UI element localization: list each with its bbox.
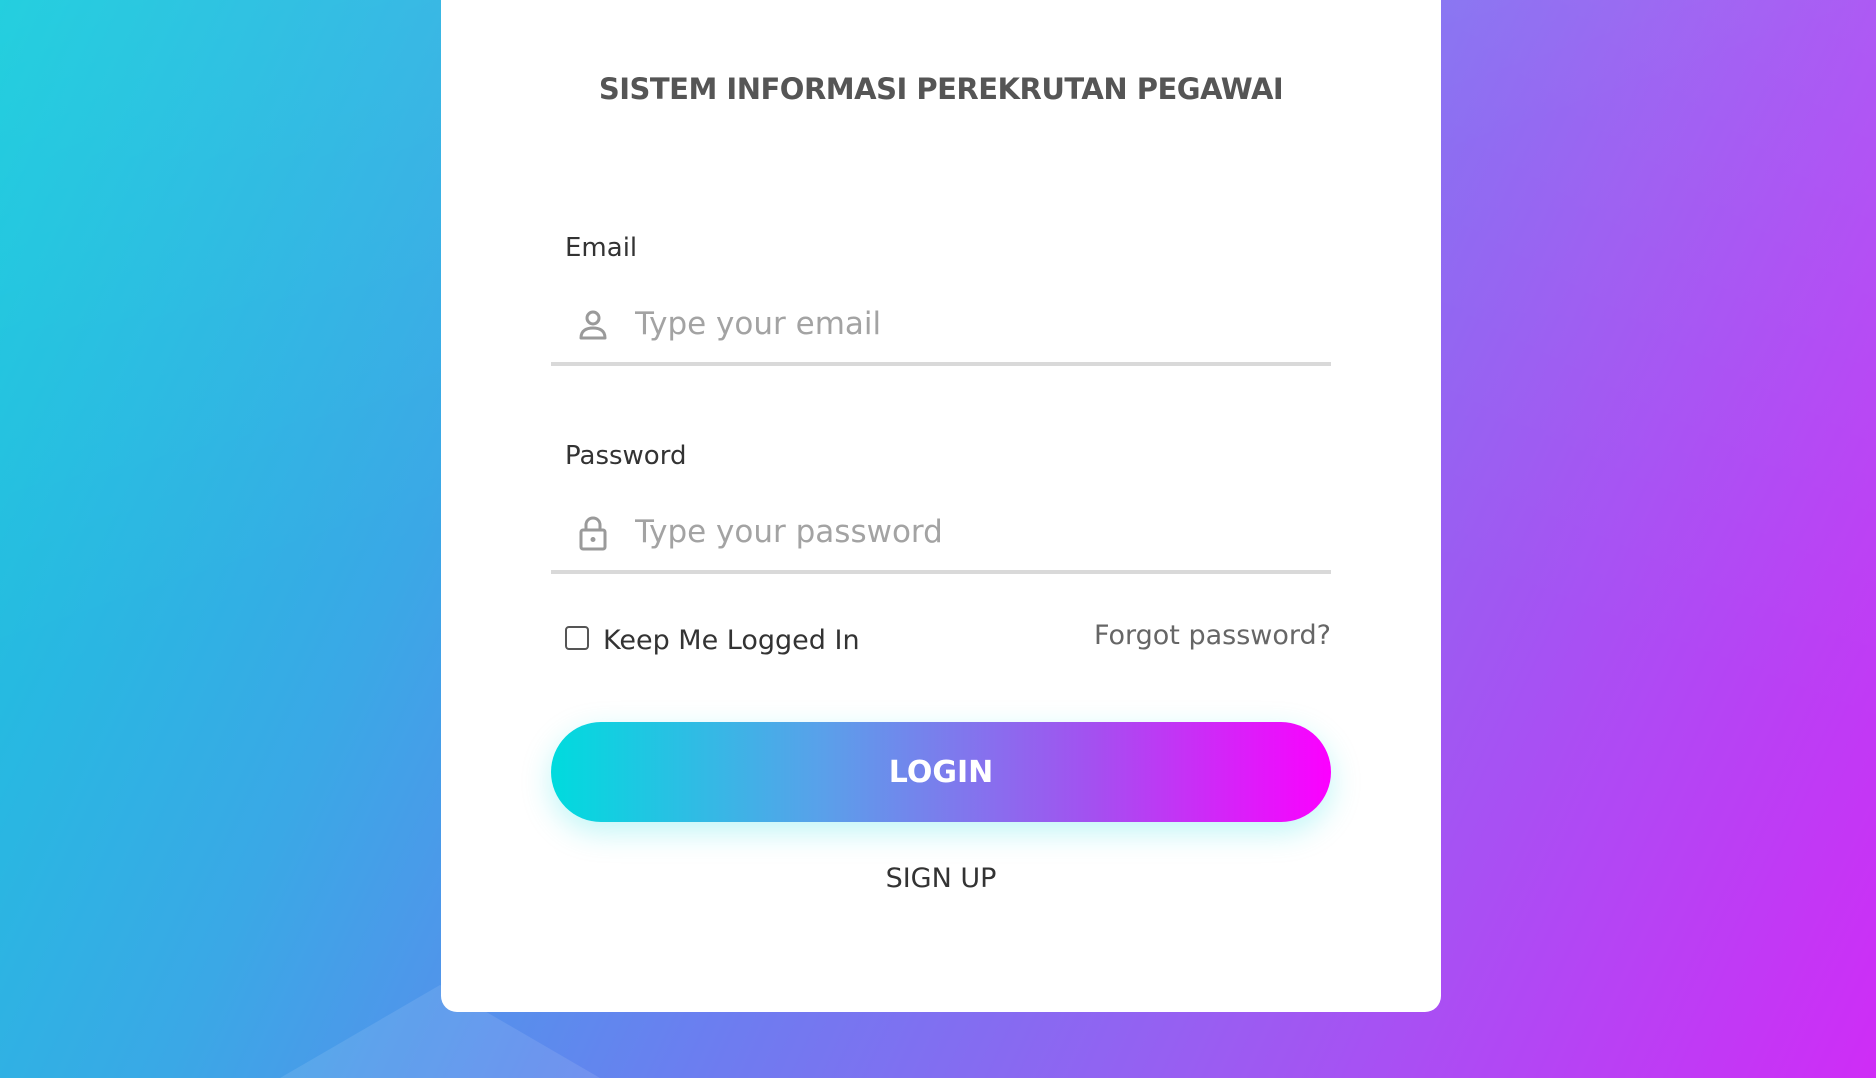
- user-icon: [575, 307, 611, 343]
- login-button[interactable]: LOGIN: [551, 722, 1331, 822]
- remember-me-label: Keep Me Logged In: [603, 625, 860, 656]
- password-input[interactable]: [635, 504, 1315, 560]
- remember-me[interactable]: Keep Me Logged In: [565, 622, 860, 656]
- password-label: Password: [565, 441, 687, 471]
- lock-icon: [575, 515, 611, 551]
- email-field-row: [551, 286, 1331, 366]
- remember-me-checkbox[interactable]: [565, 625, 589, 650]
- email-input[interactable]: [635, 296, 1315, 352]
- background-highlight: [1420, 0, 1876, 1078]
- forgot-password-link[interactable]: Forgot password?: [1094, 620, 1331, 651]
- signup-link[interactable]: SIGN UP: [441, 863, 1441, 894]
- page-title: SISTEM INFORMASI PEREKRUTAN PEGAWAI: [598, 72, 1284, 106]
- email-label: Email: [565, 233, 638, 263]
- password-field-row: [551, 494, 1331, 574]
- login-card: SISTEM INFORMASI PEREKRUTAN PEGAWAI Emai…: [441, 0, 1441, 1012]
